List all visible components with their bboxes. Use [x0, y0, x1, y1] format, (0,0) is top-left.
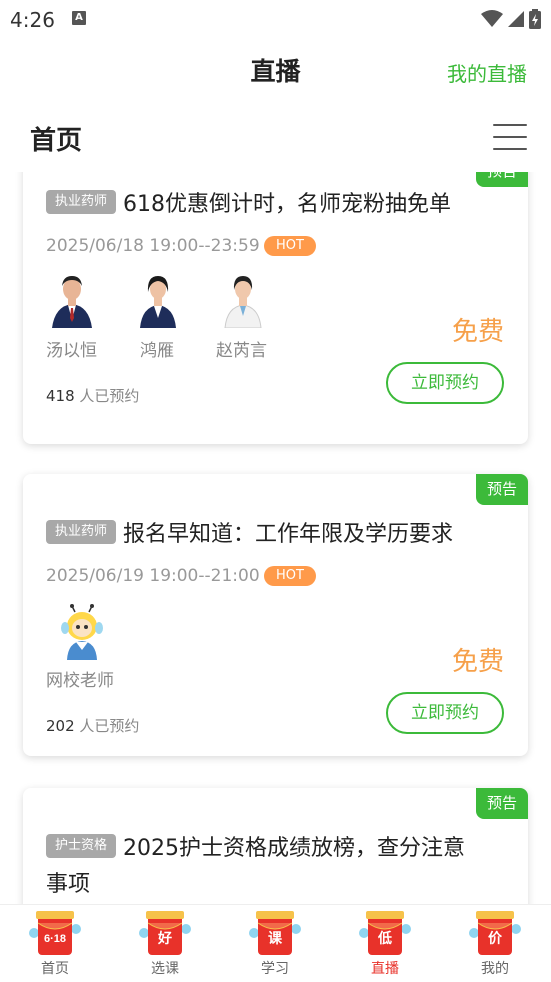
live-title-continued[interactable]: 事项: [46, 866, 90, 898]
teacher-name: 网校老师: [46, 671, 114, 691]
teacher-name: 鸿雁: [140, 341, 174, 361]
teacher-avatar: [61, 604, 103, 660]
category-tag: 执业药师: [46, 190, 116, 214]
live-time: 2025/06/19 19:00--21:00: [46, 566, 260, 586]
bottom-nav: 6·18 首页 好 选课 课 学习 低 直播 价 我的: [0, 904, 551, 981]
booked-count: 418 人已预约: [46, 387, 140, 405]
live-list[interactable]: 预告 执业药师 618优惠倒计时，名师宠粉抽免单 2025/06/18 19:0…: [0, 172, 551, 904]
live-card[interactable]: 预告 执业药师 618优惠倒计时，名师宠粉抽免单 2025/06/18 19:0…: [23, 172, 528, 444]
red-envelope-jia-icon: 价: [469, 911, 521, 955]
menu-icon[interactable]: [493, 124, 527, 152]
system-icons: [481, 8, 541, 30]
live-time: 2025/06/18 19:00--23:59: [46, 236, 260, 256]
red-envelope-hao-icon: 好: [139, 911, 191, 955]
top-header: 直播 我的直播: [0, 40, 551, 100]
nav-label: 选课: [151, 961, 179, 977]
teacher-avatar: [140, 276, 176, 328]
battery-icon: [529, 9, 541, 29]
hot-badge: HOT: [264, 236, 316, 256]
teacher-avatar: [224, 276, 262, 328]
section-header: 首页: [0, 100, 551, 172]
price-label: 免费: [451, 317, 504, 347]
nav-live[interactable]: 低 直播: [330, 905, 440, 982]
teacher-avatar: [52, 276, 92, 328]
wifi-icon: [481, 10, 503, 27]
status-bar: 4:26 A: [0, 0, 551, 40]
book-button[interactable]: 立即预约: [386, 692, 504, 734]
signal-icon: [508, 11, 524, 27]
red-envelope-618-icon: 6·18: [29, 911, 81, 955]
svg-text:低: 低: [377, 930, 392, 947]
nav-course[interactable]: 好 选课: [110, 905, 220, 982]
hot-badge: HOT: [264, 566, 316, 586]
nav-label: 学习: [261, 961, 289, 977]
nav-label: 直播: [371, 961, 399, 977]
nav-label: 我的: [481, 961, 509, 977]
preview-badge: 预告: [476, 474, 528, 505]
svg-text:课: 课: [268, 931, 283, 947]
teacher-name: 汤以恒: [46, 341, 97, 361]
my-live-link[interactable]: 我的直播: [447, 58, 527, 87]
price-label: 免费: [451, 647, 504, 677]
book-button[interactable]: 立即预约: [386, 362, 504, 404]
nav-mine[interactable]: 价 我的: [440, 905, 550, 982]
live-title[interactable]: 报名早知道：工作年限及学历要求: [123, 516, 453, 548]
svg-text:6·18: 6·18: [44, 933, 66, 945]
status-time: 4:26: [10, 8, 55, 32]
preview-badge: 预告: [476, 788, 528, 819]
section-title: 首页: [30, 126, 83, 156]
red-envelope-ke-icon: 课: [249, 911, 301, 955]
teacher-name: 赵芮言: [216, 341, 267, 361]
live-title[interactable]: 618优惠倒计时，名师宠粉抽免单: [123, 186, 451, 218]
booked-count: 202 人已预约: [46, 717, 140, 735]
red-envelope-di-icon: 低: [359, 911, 411, 955]
preview-badge: 预告: [476, 172, 528, 187]
nav-study[interactable]: 课 学习: [220, 905, 330, 982]
svg-text:价: 价: [488, 931, 503, 947]
nav-home[interactable]: 6·18 首页: [0, 905, 110, 982]
category-tag: 执业药师: [46, 520, 116, 544]
live-card[interactable]: 预告 执业药师 报名早知道：工作年限及学历要求 2025/06/19 19:00…: [23, 474, 528, 756]
live-title[interactable]: 2025护士资格成绩放榜，查分注意: [123, 830, 465, 862]
category-tag: 护士资格: [46, 834, 116, 858]
live-card[interactable]: 预告 护士资格 2025护士资格成绩放榜，查分注意 事项: [23, 788, 528, 904]
notification-a-icon: A: [72, 11, 86, 25]
nav-label: 首页: [41, 961, 69, 977]
svg-text:好: 好: [157, 930, 172, 947]
